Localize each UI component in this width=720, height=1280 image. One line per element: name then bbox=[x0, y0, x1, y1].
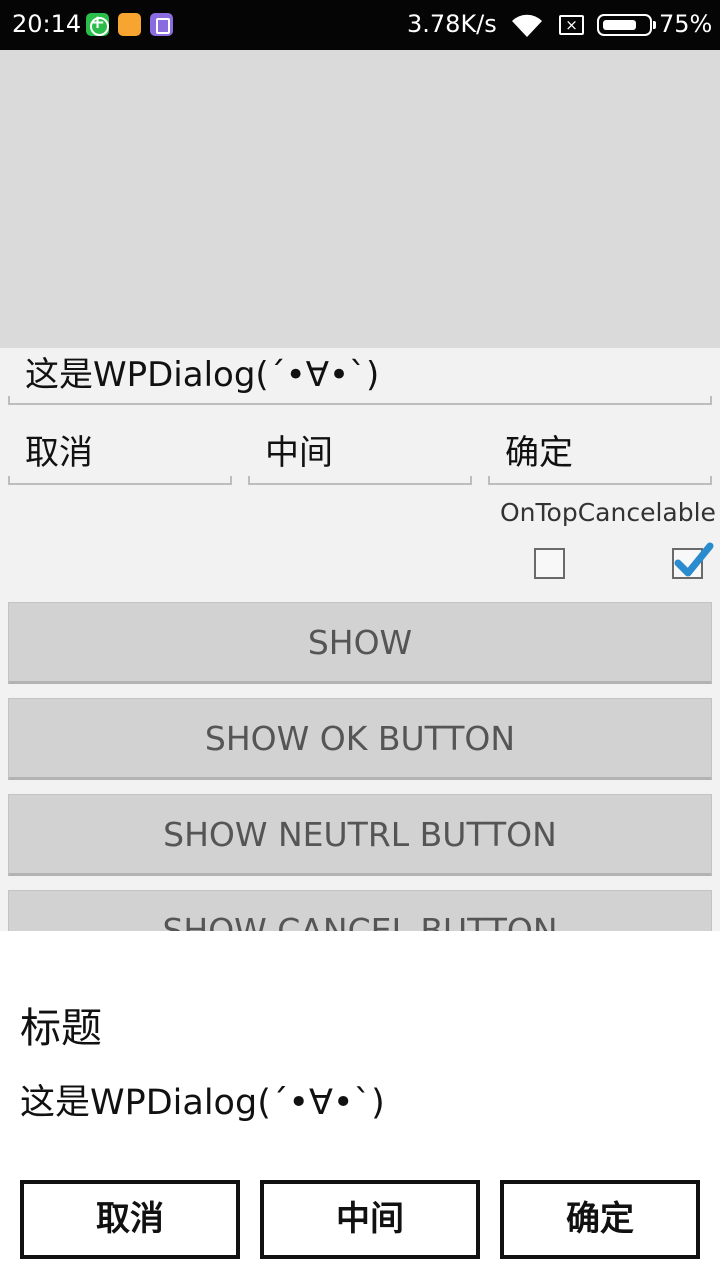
checkbox-label: OnTopCancelable bbox=[500, 498, 716, 527]
dialog-scrim-area bbox=[0, 50, 720, 348]
show-button[interactable]: SHOW bbox=[8, 602, 712, 684]
battery-fill bbox=[603, 20, 636, 30]
cancel-text-input[interactable]: 取消 bbox=[8, 428, 232, 485]
battery-icon bbox=[597, 14, 656, 36]
no-sim-icon: × bbox=[559, 15, 584, 35]
network-speed: 3.78K/s bbox=[407, 10, 497, 38]
show-ok-button[interactable]: SHOW OK BUTTON bbox=[8, 698, 712, 780]
dialog-cancel-button[interactable]: 取消 bbox=[20, 1180, 240, 1259]
neutral-text-input[interactable]: 中间 bbox=[248, 428, 472, 485]
dialog-ok-button[interactable]: 确定 bbox=[500, 1180, 700, 1259]
dialog-neutral-button[interactable]: 中间 bbox=[260, 1180, 480, 1259]
dialog-title: 标题 bbox=[20, 1004, 102, 1052]
message-input[interactable]: 这是WPDialog(´•∀•`) bbox=[8, 354, 712, 405]
ok-text-input[interactable]: 确定 bbox=[488, 428, 712, 485]
ontop-checkbox[interactable] bbox=[534, 548, 565, 579]
wp-dialog: 标题 这是WPDialog(´•∀•`) 取消 中间 确定 bbox=[0, 931, 720, 1280]
app-green-plus-icon bbox=[86, 12, 109, 36]
app-purple-icon bbox=[150, 13, 173, 36]
show-neutral-button[interactable]: SHOW NEUTRL BUTTON bbox=[8, 794, 712, 876]
checkmark-icon bbox=[674, 542, 714, 577]
app-orange-icon bbox=[118, 13, 141, 36]
status-bar: 20:14 3.78K/s × 75% bbox=[0, 0, 720, 50]
dialog-message: 这是WPDialog(´•∀•`) bbox=[20, 1083, 385, 1123]
status-time: 20:14 bbox=[12, 10, 82, 38]
wifi-icon bbox=[512, 14, 542, 37]
battery-percent: 75% bbox=[659, 10, 713, 38]
